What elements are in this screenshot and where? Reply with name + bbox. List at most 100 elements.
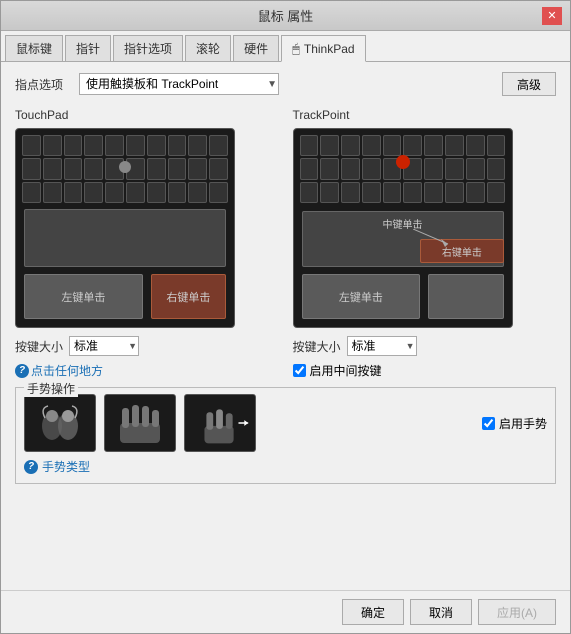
tp-key <box>168 182 187 203</box>
trackpoint-visual: 中键单击 右键单击 左键单击 <box>293 128 513 328</box>
trk-key <box>424 135 443 156</box>
trk-key <box>487 135 506 156</box>
tp-key <box>22 135 41 156</box>
tp-trackpoint-dot <box>119 161 131 173</box>
trk-key <box>445 135 464 156</box>
touchpad-click-anywhere-link[interactable]: ? 点击任何地方 <box>15 362 279 379</box>
tab-hardware[interactable]: 硬件 <box>233 35 279 61</box>
tab-wheel[interactable]: 滚轮 <box>185 35 231 61</box>
tp-key <box>147 135 166 156</box>
touchpad-right-button[interactable]: 右键单击 <box>151 274 226 319</box>
trk-key <box>383 135 402 156</box>
enable-gesture-label: 启用手势 <box>499 415 547 432</box>
tp-key <box>147 158 166 179</box>
gesture-image-2 <box>104 394 176 452</box>
tp-key <box>105 135 124 156</box>
advanced-button[interactable]: 高级 <box>502 72 556 96</box>
enable-gesture-row: 启用手势 <box>482 415 547 432</box>
trackpoint-btn-size-label: 按键大小 <box>293 338 341 355</box>
trk-key <box>487 158 506 179</box>
gesture-image-1 <box>24 394 96 452</box>
tp-key <box>64 158 83 179</box>
touchpad-btn-size-label: 按键大小 <box>15 338 63 355</box>
pointer-options-row: 指点选项 使用触摸板和 TrackPoint 仅使用触摸板 仅使用 TrackP… <box>15 72 556 96</box>
trk-key <box>424 158 443 179</box>
tab-thinkpad[interactable]: 🖱 ThinkPad <box>281 35 366 62</box>
tab-mouse-keys[interactable]: 鼠标键 <box>5 35 63 61</box>
tp-key <box>64 135 83 156</box>
tab-pointer-options[interactable]: 指针选项 <box>113 35 183 61</box>
gesture-row: 启用手势 <box>24 394 547 452</box>
trk-key <box>383 182 402 203</box>
tp-key <box>168 158 187 179</box>
tp-key <box>84 182 103 203</box>
trackpoint-right-button-bottom[interactable] <box>428 274 503 319</box>
tp-key <box>209 135 228 156</box>
trk-key <box>362 135 381 156</box>
window: 鼠标 属性 ✕ 鼠标键 指针 指针选项 滚轮 硬件 🖱 ThinkPad 指点选… <box>0 0 571 634</box>
tp-key <box>84 158 103 179</box>
pointer-options-label: 指点选项 <box>15 76 63 93</box>
tp-key <box>84 135 103 156</box>
trk-key <box>403 135 422 156</box>
trk-key <box>320 158 339 179</box>
pointer-options-select[interactable]: 使用触摸板和 TrackPoint 仅使用触摸板 仅使用 TrackPoint <box>79 73 279 95</box>
touchpad-btn-size-select-wrapper: 标准 大 小 ▼ <box>69 336 139 356</box>
enable-middle-button-checkbox[interactable] <box>293 364 306 377</box>
tp-key <box>147 182 166 203</box>
tp-key <box>188 135 207 156</box>
enable-middle-button-label: 启用中间按键 <box>310 362 382 379</box>
trk-key <box>362 158 381 179</box>
trk-key <box>445 158 464 179</box>
tp-key <box>188 182 207 203</box>
trackpoint-btn-size-select[interactable]: 标准 大 小 <box>347 336 417 356</box>
gesture-type-link[interactable]: ? 手势类型 <box>24 458 547 475</box>
trk-key <box>466 158 485 179</box>
gesture-images <box>24 394 256 452</box>
close-button[interactable]: ✕ <box>542 7 562 25</box>
tp-key <box>22 182 41 203</box>
tp-key <box>22 158 41 179</box>
trk-key <box>320 135 339 156</box>
trackpoint-left-button[interactable]: 左键单击 <box>302 274 421 319</box>
enable-middle-button-row: 启用中间按键 <box>293 362 557 379</box>
cancel-button[interactable]: 取消 <box>410 599 472 625</box>
trk-key <box>466 135 485 156</box>
tp-key <box>126 182 145 203</box>
apply-button[interactable]: 应用(A) <box>478 599 556 625</box>
trk-arrow-svg <box>413 229 463 249</box>
tp-key <box>43 135 62 156</box>
gesture-section: 手势操作 <box>15 387 556 484</box>
info-icon: ? <box>15 364 29 378</box>
bottom-bar: 确定 取消 应用(A) <box>1 590 570 633</box>
trackpoint-panel: TrackPoint <box>293 108 557 379</box>
gesture-svg-2 <box>110 398 170 448</box>
trk-key <box>362 182 381 203</box>
trk-key <box>445 182 464 203</box>
enable-gesture-checkbox[interactable] <box>482 417 495 430</box>
trk-key <box>341 158 360 179</box>
trk-arrow-line <box>413 229 463 252</box>
touchpad-left-button[interactable]: 左键单击 <box>24 274 143 319</box>
tab-pointer[interactable]: 指针 <box>65 35 111 61</box>
gesture-section-title: 手势操作 <box>24 380 78 397</box>
trackpoint-btn-size-select-wrapper: 标准 大 小 ▼ <box>347 336 417 356</box>
tp-key <box>105 182 124 203</box>
tabs-bar: 鼠标键 指针 指针选项 滚轮 硬件 🖱 ThinkPad <box>1 31 570 62</box>
touchpad-btn-size-row: 按键大小 标准 大 小 ▼ <box>15 336 279 356</box>
touchpad-btn-size-select[interactable]: 标准 大 小 <box>69 336 139 356</box>
tp-key <box>209 182 228 203</box>
panels-row: TouchPad <box>15 108 556 379</box>
thinkpad-tab-icon: 🖱 <box>292 41 300 57</box>
ok-button[interactable]: 确定 <box>342 599 404 625</box>
trk-keyboard-area <box>294 129 512 209</box>
tp-key <box>188 158 207 179</box>
tp-key <box>209 158 228 179</box>
trk-key <box>341 182 360 203</box>
trk-key <box>320 182 339 203</box>
tp-key <box>168 135 187 156</box>
tp-surface <box>24 209 226 267</box>
trk-trackpoint-dot <box>396 155 410 169</box>
trk-key <box>487 182 506 203</box>
title-bar: 鼠标 属性 ✕ <box>1 1 570 31</box>
